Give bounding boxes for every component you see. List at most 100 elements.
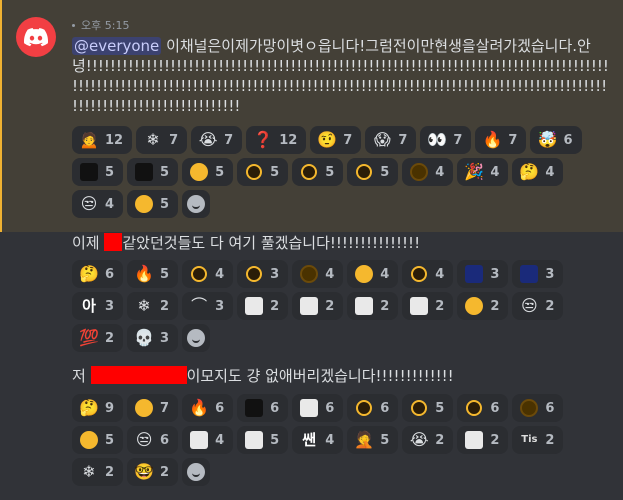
- reaction-button[interactable]: 🔥 5: [127, 260, 179, 288]
- reaction-button[interactable]: 4: [292, 260, 344, 288]
- reaction-button[interactable]: 🎉 4: [457, 158, 509, 186]
- reaction-button[interactable]: 🤔 9: [72, 394, 124, 422]
- reaction-button[interactable]: 6: [457, 394, 509, 422]
- custom-round-face-emoji-shape: [190, 163, 209, 181]
- reaction-button[interactable]: 5: [127, 190, 179, 218]
- reaction-button[interactable]: 🔥 6: [182, 394, 234, 422]
- add-reaction-button[interactable]: [182, 190, 211, 218]
- reaction-count: 4: [545, 164, 555, 180]
- reaction-button[interactable]: ❄ 2: [127, 292, 179, 320]
- reaction-button[interactable]: 😒 2: [512, 292, 564, 320]
- reaction-button[interactable]: 🤯 6: [530, 126, 582, 154]
- fire-emoji: 🔥: [134, 264, 154, 283]
- fire-emoji: 🔥: [189, 398, 210, 417]
- custom-arrow-emoji-shape: [410, 297, 429, 315]
- custom-dark-ring-emoji-shape: [300, 265, 319, 283]
- reaction-count: 2: [490, 432, 500, 448]
- reaction-button[interactable]: 😒 4: [72, 190, 124, 218]
- reaction-count: 7: [453, 132, 463, 148]
- reaction-button[interactable]: Tis 2: [512, 426, 564, 454]
- reaction-button[interactable]: 5: [237, 426, 289, 454]
- reaction-button[interactable]: 2: [237, 292, 289, 320]
- reaction-button[interactable]: 4: [402, 260, 454, 288]
- reaction-button[interactable]: 🔥 7: [475, 126, 527, 154]
- reaction-button[interactable]: 2: [347, 292, 399, 320]
- reaction-button[interactable]: 🤔 6: [72, 260, 124, 288]
- reaction-button[interactable]: 쌘4: [292, 426, 344, 454]
- reaction-button[interactable]: 6: [347, 394, 399, 422]
- reaction-button[interactable]: 4: [402, 158, 454, 186]
- reaction-button[interactable]: 🤓 2: [127, 458, 179, 486]
- reaction-count: 7: [169, 132, 179, 148]
- reaction-button[interactable]: 😱 7: [365, 126, 417, 154]
- reaction-button[interactable]: ❄ 7: [136, 126, 188, 154]
- reaction-button[interactable]: 🤔 4: [512, 158, 564, 186]
- reaction-button[interactable]: 5: [127, 158, 179, 186]
- reaction-button[interactable]: 2: [292, 292, 344, 320]
- reaction-button[interactable]: 😭 7: [191, 126, 243, 154]
- reaction-button[interactable]: 💀 3: [127, 324, 179, 352]
- reaction-button[interactable]: 2: [402, 292, 454, 320]
- reaction-button[interactable]: 😭 2: [402, 426, 454, 454]
- reaction-button[interactable]: ❄ 2: [72, 458, 124, 486]
- korean-text-emoji-2: 쌘: [302, 431, 317, 449]
- reaction-count: 6: [563, 132, 573, 148]
- reaction-button[interactable]: 💯 2: [72, 324, 124, 352]
- nerd-face-emoji: 🤓: [134, 462, 154, 481]
- custom-ring-emoji-2-shape: [246, 266, 263, 282]
- reaction-button[interactable]: 2: [457, 292, 509, 320]
- message-2: 이제 같았던것들도 다 여기 풀겠습니다!!!!!!!!!!!!!!! 🤔 6 🔥 5…: [72, 233, 611, 352]
- reaction-button[interactable]: 3: [237, 260, 289, 288]
- reaction-button[interactable]: 6: [237, 394, 289, 422]
- reaction-button[interactable]: 3: [457, 260, 509, 288]
- avatar[interactable]: [16, 17, 56, 57]
- custom-round-face-emoji: [189, 162, 209, 182]
- reaction-count: 6: [105, 266, 115, 282]
- question-mark-emoji: ❓: [253, 130, 274, 149]
- custom-pale-photo-emoji-shape: [300, 399, 319, 417]
- thinking-face-emoji: 🤔: [519, 162, 540, 181]
- reaction-button[interactable]: 5: [72, 158, 124, 186]
- reaction-button[interactable]: 6: [512, 394, 564, 422]
- reaction-button[interactable]: ❓ 12: [246, 126, 307, 154]
- custom-round-face-emoji-2: [79, 430, 99, 450]
- reaction-button[interactable]: 7: [127, 394, 179, 422]
- reaction-button[interactable]: 5: [347, 158, 399, 186]
- reaction-count: 5: [380, 432, 390, 448]
- reaction-button[interactable]: 5: [402, 394, 454, 422]
- message-2-prefix: 이제: [72, 234, 105, 252]
- message-3-suffix: 이모지도 걍 없애버리겠습니다!!!!!!!!!!!!!: [186, 367, 454, 385]
- reaction-count: 6: [545, 400, 555, 416]
- custom-ring-emoji-3: [409, 264, 429, 284]
- reaction-button[interactable]: 2: [457, 426, 509, 454]
- reaction-button[interactable]: 4: [347, 260, 399, 288]
- custom-round-face-emoji-shape: [135, 399, 154, 417]
- reaction-button[interactable]: 👀 7: [420, 126, 472, 154]
- everyone-mention[interactable]: @everyone: [72, 37, 162, 55]
- screaming-face-emoji: 😱: [373, 130, 391, 149]
- reaction-count: 4: [215, 432, 225, 448]
- custom-photo-emoji-1: [244, 398, 264, 418]
- unamused-face-emoji: 😒: [521, 296, 538, 315]
- reaction-button[interactable]: 4: [182, 260, 234, 288]
- reaction-button[interactable]: 4: [182, 426, 234, 454]
- custom-ring-emoji-1-shape: [356, 400, 373, 416]
- reaction-button[interactable]: 😒 6: [127, 426, 179, 454]
- add-reaction-button[interactable]: [182, 458, 211, 486]
- reaction-button[interactable]: 5: [292, 158, 344, 186]
- custom-flag-emoji-shape: [245, 431, 264, 449]
- reaction-count: 3: [270, 266, 280, 282]
- reaction-count: 4: [490, 164, 500, 180]
- reaction-count: 6: [270, 400, 280, 416]
- reaction-button[interactable]: 5: [72, 426, 124, 454]
- add-reaction-button[interactable]: [182, 324, 211, 352]
- reaction-button[interactable]: 🤨 7: [310, 126, 362, 154]
- reaction-button[interactable]: 아3: [72, 292, 124, 320]
- reaction-button[interactable]: 6: [292, 394, 344, 422]
- reaction-button[interactable]: 🙍 12: [72, 126, 133, 154]
- reaction-button[interactable]: 5: [182, 158, 234, 186]
- reaction-button[interactable]: 3: [512, 260, 564, 288]
- reaction-button[interactable]: 5: [237, 158, 289, 186]
- reaction-button[interactable]: 🤦 5: [347, 426, 399, 454]
- reaction-button[interactable]: ⌒ 3: [182, 292, 234, 320]
